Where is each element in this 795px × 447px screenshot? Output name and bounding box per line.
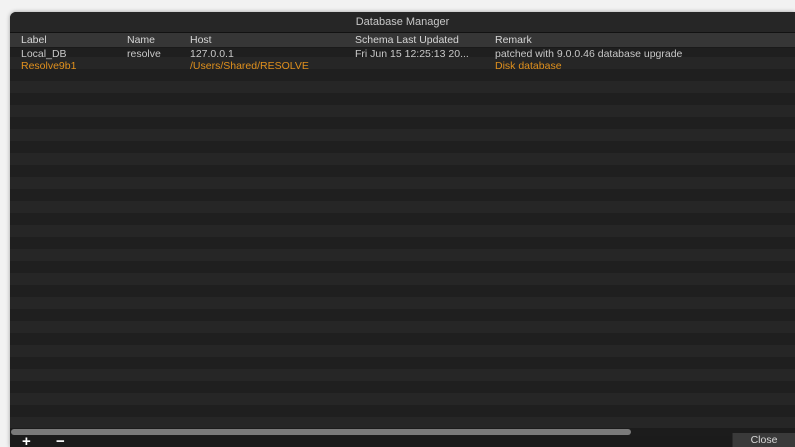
cell-schema-last-updated: Fri Jun 15 12:25:13 20... [355,48,469,60]
add-database-button[interactable]: + [22,433,31,447]
cell-remark: patched with 9.0.0.46 database upgrade [495,48,683,60]
table-row-selected[interactable]: Resolve9b1 /Users/Shared/RESOLVE Disk da… [10,60,795,72]
cell-name [127,60,187,72]
table-header: Label Name Host Schema Last Updated Rema… [10,33,795,48]
column-header-name[interactable]: Name [127,33,187,47]
cell-label: Local_DB [21,48,67,60]
column-header-remark[interactable]: Remark [495,33,790,47]
bottom-toolbar: + − Close [10,433,795,447]
window-title: Database Manager [10,12,795,33]
database-table: Label Name Host Schema Last Updated Rema… [10,33,795,428]
scrollbar-thumb[interactable] [11,429,631,435]
cell-schema-last-updated [355,60,485,72]
column-header-host[interactable]: Host [190,33,340,47]
horizontal-scrollbar[interactable] [10,428,795,436]
table-row[interactable]: Local_DB resolve 127.0.0.1 Fri Jun 15 12… [10,48,795,60]
column-header-schema-last-updated[interactable]: Schema Last Updated [355,33,485,47]
database-manager-window: Database Manager Label Name Host Schema … [10,12,795,447]
cell-name: resolve [127,48,161,60]
cell-host: 127.0.0.1 [190,48,234,60]
cell-host: /Users/Shared/RESOLVE [190,60,309,72]
cell-label: Resolve9b1 [21,60,77,72]
close-button[interactable]: Close [732,433,795,447]
cell-remark: Disk database [495,60,562,72]
column-header-label[interactable]: Label [21,33,121,47]
remove-database-button[interactable]: − [56,433,65,447]
